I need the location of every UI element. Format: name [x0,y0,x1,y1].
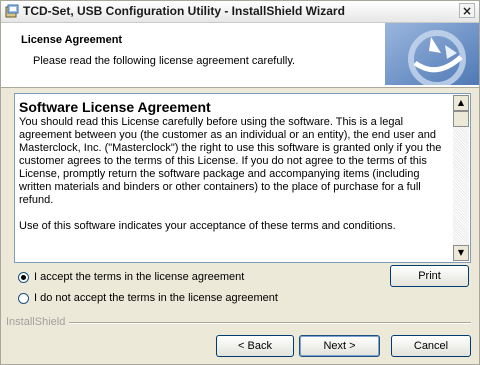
license-paragraph: You should read this License carefully b… [19,116,442,206]
close-button[interactable]: × [459,3,475,18]
installer-window: TCD-Set, USB Configuration Utility - Ins… [0,0,480,365]
license-text-box[interactable]: Software License Agreement You should re… [14,93,471,263]
accept-radio[interactable] [18,271,29,283]
wizard-header: License Agreement Please read the follow… [1,23,479,88]
title-bar[interactable]: TCD-Set, USB Configuration Utility - Ins… [1,1,479,23]
license-scrollbar[interactable]: ▲ ▼ [453,95,469,261]
decline-radio[interactable] [18,292,29,304]
accept-label: I accept the terms in the license agreem… [34,271,245,283]
print-button[interactable]: Print [390,265,469,287]
scroll-thumb[interactable] [453,111,469,127]
license-heading: Software License Agreement [19,99,211,115]
page-subtitle: Please read the following license agreem… [33,55,296,67]
cancel-button[interactable]: Cancel [391,335,471,357]
next-button[interactable]: Next > [299,335,380,357]
installer-app-icon [5,4,19,18]
installshield-logo-icon [385,23,479,85]
arrow-up-icon: ▲ [457,98,465,107]
scroll-down-button[interactable]: ▼ [453,245,469,261]
decline-label: I do not accept the terms in the license… [34,292,278,304]
decline-option[interactable]: I do not accept the terms in the license… [18,291,278,305]
close-icon: × [461,4,473,18]
accept-option[interactable]: I accept the terms in the license agreem… [18,270,244,284]
license-paragraph: Use of this software indicates your acce… [19,220,396,232]
arrow-down-icon: ▼ [457,248,465,257]
page-title: License Agreement [21,34,123,46]
scroll-up-button[interactable]: ▲ [453,95,469,111]
window-title: TCD-Set, USB Configuration Utility - Ins… [23,4,345,18]
back-button[interactable]: < Back [216,335,294,357]
footer-divider [69,322,471,324]
installshield-brand: InstallShield [6,316,66,328]
license-content: Software License Agreement You should re… [17,96,453,260]
